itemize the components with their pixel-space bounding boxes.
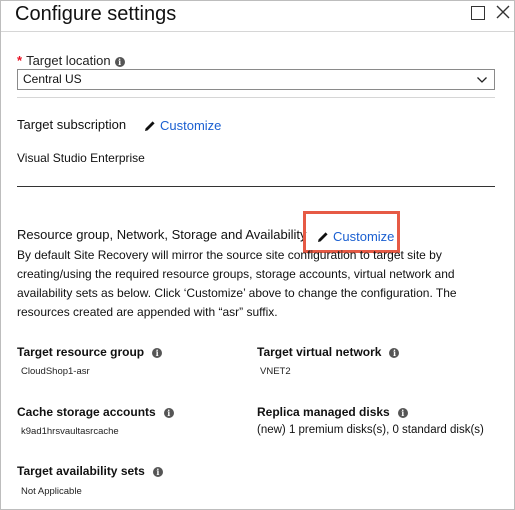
target-location-label: Target location bbox=[26, 53, 111, 68]
cache-storage-accounts-value: k9ad1hrsvaultasrcache bbox=[21, 426, 119, 437]
target-subscription-label: Target subscription bbox=[17, 117, 127, 132]
target-resource-group-label: Target resource group bbox=[17, 345, 145, 359]
subscription-customize-link[interactable]: Customize bbox=[144, 118, 221, 133]
target-resource-group-label-row: Target resource group i bbox=[17, 345, 163, 359]
target-availability-sets-value: Not Applicable bbox=[21, 486, 82, 497]
target-location-select[interactable]: Central US bbox=[17, 69, 495, 90]
target-virtual-network-label: Target virtual network bbox=[257, 345, 382, 359]
configure-settings-blade: Configure settings * Target location i Cen… bbox=[0, 0, 515, 510]
target-availability-sets-label-row: Target availability sets i bbox=[17, 464, 163, 478]
target-location-label-row: * Target location i bbox=[17, 53, 125, 69]
target-resource-group-value: CloudShop1-asr bbox=[21, 366, 90, 377]
section-divider bbox=[17, 97, 495, 98]
target-subscription-value: Visual Studio Enterprise bbox=[17, 151, 145, 165]
header-divider bbox=[1, 31, 514, 32]
info-icon[interactable]: i bbox=[114, 56, 125, 67]
subscription-customize-label: Customize bbox=[160, 118, 222, 133]
close-icon[interactable] bbox=[496, 5, 510, 19]
chevron-down-icon bbox=[476, 73, 488, 91]
required-asterisk: * bbox=[17, 53, 23, 68]
info-icon[interactable]: i bbox=[152, 347, 163, 358]
info-icon[interactable]: i bbox=[397, 407, 408, 418]
replica-managed-disks-value: (new) 1 premium disks(s), 0 standard dis… bbox=[257, 424, 484, 436]
resources-heading: Resource group, Network, Storage and Ava… bbox=[17, 227, 307, 242]
maximize-icon[interactable] bbox=[471, 6, 485, 20]
cache-storage-accounts-label: Cache storage accounts bbox=[17, 405, 156, 419]
target-virtual-network-label-row: Target virtual network i bbox=[257, 345, 400, 359]
target-availability-sets-label: Target availability sets bbox=[17, 464, 145, 478]
pencil-icon bbox=[144, 120, 156, 132]
target-location-value: Central US bbox=[23, 72, 82, 86]
info-icon[interactable]: i bbox=[152, 466, 163, 477]
info-icon[interactable]: i bbox=[163, 407, 174, 418]
replica-managed-disks-label: Replica managed disks bbox=[257, 405, 390, 419]
target-virtual-network-value: VNET2 bbox=[260, 366, 291, 377]
resources-description: By default Site Recovery will mirror the… bbox=[17, 248, 457, 319]
cache-storage-accounts-label-row: Cache storage accounts i bbox=[17, 405, 174, 419]
replica-managed-disks-label-row: Replica managed disks i bbox=[257, 405, 408, 419]
page-title: Configure settings bbox=[15, 3, 177, 25]
info-icon[interactable]: i bbox=[389, 347, 400, 358]
section-divider bbox=[17, 186, 495, 187]
